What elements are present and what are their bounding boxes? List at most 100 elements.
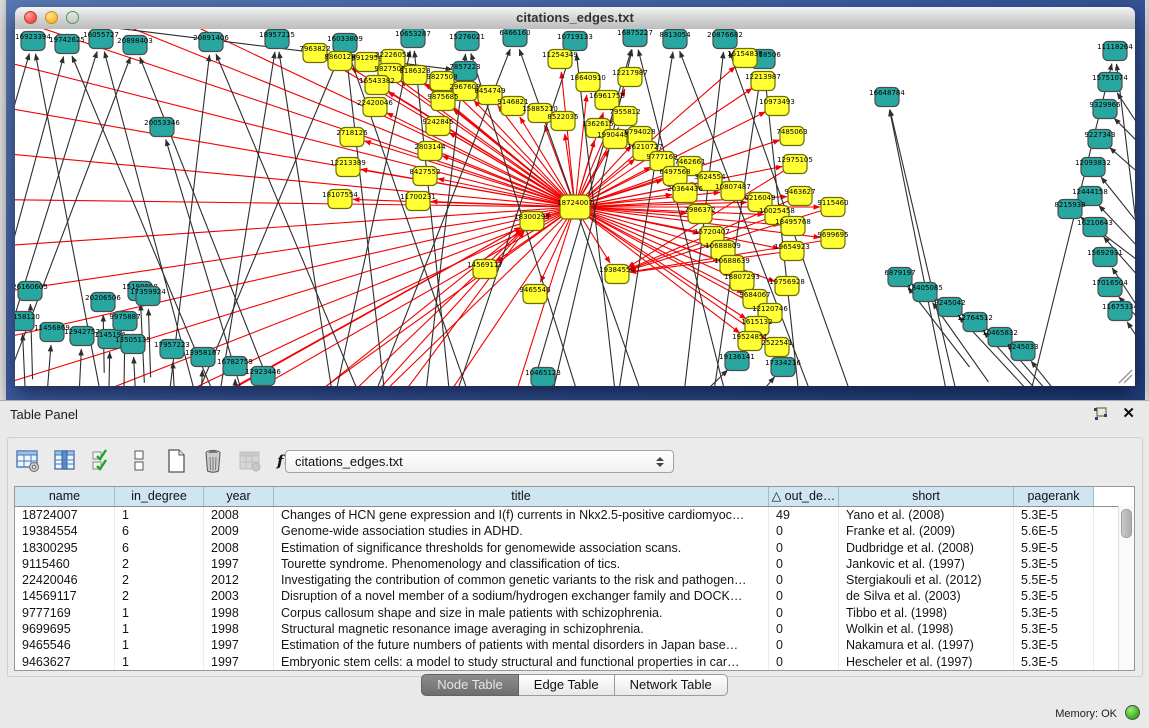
tab-node-table[interactable]: Node Table (421, 674, 519, 696)
cell-name[interactable]: 22420046 (15, 572, 115, 588)
cell-name[interactable]: 9465546 (15, 637, 115, 653)
graph-node[interactable]: 20898403 (117, 36, 153, 55)
graph-node[interactable]: 19654923 (774, 242, 810, 261)
table-row[interactable]: 969969511998Structural magnetic resonanc… (15, 621, 1134, 637)
graph-node[interactable]: 9227343 (1084, 130, 1115, 149)
table-row[interactable]: 1872400712008Changes of HCN gene express… (15, 507, 1134, 523)
table-row[interactable]: 946362711997Embryonic stem cells: a mode… (15, 654, 1134, 670)
cell-out_de[interactable]: 0 (769, 605, 839, 621)
column-header-title[interactable]: title (274, 487, 769, 506)
graph-node[interactable]: 9242845 (422, 117, 453, 136)
column-header-name[interactable]: name (15, 487, 115, 506)
cell-out_de[interactable]: 0 (769, 572, 839, 588)
cell-pagerank[interactable]: 5.3E-5 (1014, 605, 1094, 621)
cell-name[interactable]: 18300295 (15, 540, 115, 556)
cell-title[interactable]: Investigating the contribution of common… (274, 572, 769, 588)
graph-node[interactable]: 20364436 (667, 184, 703, 203)
cell-title[interactable]: Genome-wide association studies in ADHD. (274, 523, 769, 539)
cell-in_degree[interactable]: 1 (115, 654, 204, 670)
cell-pagerank[interactable]: 5.3E-5 (1014, 654, 1094, 670)
graph-node[interactable]: 16210643 (1077, 218, 1113, 237)
window-titlebar[interactable]: citations_edges.txt (15, 7, 1135, 30)
cell-short[interactable]: Nakamura et al. (1997) (839, 637, 1014, 653)
cell-name[interactable]: 14569117 (15, 588, 115, 604)
graph-node[interactable]: 12975105 (777, 155, 813, 174)
delete-column-icon[interactable] (199, 447, 227, 475)
cell-short[interactable]: Hescheler et al. (1997) (839, 654, 1014, 670)
float-panel-icon[interactable] (1093, 407, 1108, 421)
cell-in_degree[interactable]: 1 (115, 507, 204, 523)
cell-year[interactable]: 1997 (204, 556, 274, 572)
clear-selection-icon[interactable] (125, 447, 153, 475)
graph-node[interactable]: 20053346 (144, 118, 180, 137)
show-columns-icon[interactable] (51, 447, 79, 475)
graph-node[interactable]: 11254349 (542, 50, 578, 69)
graph-node[interactable]: 16648784 (869, 88, 905, 107)
table-row[interactable]: 977716911998Corpus callosum shape and si… (15, 605, 1134, 621)
graph-node[interactable]: 14569117 (467, 260, 503, 279)
cell-in_degree[interactable]: 1 (115, 621, 204, 637)
cell-pagerank[interactable]: 5.3E-5 (1014, 507, 1094, 523)
cell-out_de[interactable]: 0 (769, 540, 839, 556)
graph-node[interactable]: 10465123 (525, 368, 561, 387)
graph-node[interactable]: 9465546 (519, 285, 551, 304)
table-row[interactable]: 1456911722003Disruption of a novel membe… (15, 588, 1134, 604)
network-canvas[interactable]: 1692339419742625160557272089840320891406… (15, 29, 1135, 386)
cell-year[interactable]: 1998 (204, 621, 274, 637)
graph-node[interactable]: 8215938 (1054, 200, 1085, 219)
graph-node[interactable]: 11118264 (1097, 42, 1133, 61)
graph-node[interactable]: 13505135 (115, 335, 151, 354)
graph-node[interactable]: 16033809 (327, 34, 363, 53)
cell-short[interactable]: Wolkin et al. (1998) (839, 621, 1014, 637)
cell-in_degree[interactable]: 2 (115, 588, 204, 604)
graph-node[interactable]: 10719133 (557, 32, 593, 51)
cell-name[interactable]: 19384554 (15, 523, 115, 539)
cell-short[interactable]: Stergiakouli et al. (2012) (839, 572, 1014, 588)
graph-node[interactable]: 12217987 (612, 68, 648, 87)
cell-in_degree[interactable]: 6 (115, 540, 204, 556)
cell-title[interactable]: Changes of HCN gene expression and I(f) … (274, 507, 769, 523)
cell-out_de[interactable]: 0 (769, 621, 839, 637)
close-panel-icon[interactable]: ✕ (1122, 407, 1135, 421)
cell-year[interactable]: 2003 (204, 588, 274, 604)
graph-node[interactable]: 17016504 (1092, 278, 1128, 297)
cell-in_degree[interactable]: 2 (115, 572, 204, 588)
cell-year[interactable]: 2008 (204, 507, 274, 523)
cell-in_degree[interactable]: 2 (115, 556, 204, 572)
cell-pagerank[interactable]: 5.6E-5 (1014, 523, 1094, 539)
table-row[interactable]: 946554611997Estimation of the future num… (15, 637, 1134, 653)
graph-node[interactable]: 8813054 (659, 30, 691, 49)
select-all-icon[interactable] (88, 447, 116, 475)
table-row[interactable]: 2242004622012Investigating the contribut… (15, 572, 1134, 588)
cell-title[interactable]: Disruption of a novel member of a sodium… (274, 588, 769, 604)
cell-name[interactable]: 9115460 (15, 556, 115, 572)
graph-node[interactable]: 7986372 (684, 205, 715, 224)
graph-node[interactable]: 18724007 (557, 195, 593, 219)
cell-title[interactable]: Tourette syndrome. Phenomenology and cla… (274, 556, 769, 572)
graph-node[interactable]: 13958167 (185, 348, 221, 367)
table-mode-icon[interactable] (14, 447, 42, 475)
column-header-in_degree[interactable]: in_degree (115, 487, 204, 506)
tab-network-table[interactable]: Network Table (615, 674, 728, 696)
cell-name[interactable]: 9699695 (15, 621, 115, 637)
cell-title[interactable]: Corpus callosum shape and size in male p… (274, 605, 769, 621)
cell-out_de[interactable]: 0 (769, 588, 839, 604)
graph-node[interactable]: 10653287 (395, 29, 431, 48)
graph-node[interactable]: 12923446 (245, 367, 281, 386)
cell-title[interactable]: Estimation of the future numbers of pati… (274, 637, 769, 653)
graph-node[interactable]: 12093832 (1075, 158, 1111, 177)
graph-node[interactable]: 9975887 (109, 312, 140, 331)
cell-name[interactable]: 9463627 (15, 654, 115, 670)
column-header-short[interactable]: short (839, 487, 1014, 506)
graph-node[interactable]: 12213389 (330, 158, 366, 177)
graph-node[interactable]: 15276021 (449, 32, 485, 51)
graph-node[interactable]: 7955812 (609, 107, 640, 126)
graph-node[interactable]: 9245033 (1007, 342, 1038, 361)
cell-name[interactable]: 18724007 (15, 507, 115, 523)
cell-out_de[interactable]: 0 (769, 523, 839, 539)
cell-short[interactable]: Franke et al. (2009) (839, 523, 1014, 539)
graph-node[interactable]: 12213987 (745, 72, 781, 91)
graph-node[interactable]: 26160605 (15, 282, 48, 301)
cell-year[interactable]: 1998 (204, 605, 274, 621)
cell-year[interactable]: 1997 (204, 637, 274, 653)
